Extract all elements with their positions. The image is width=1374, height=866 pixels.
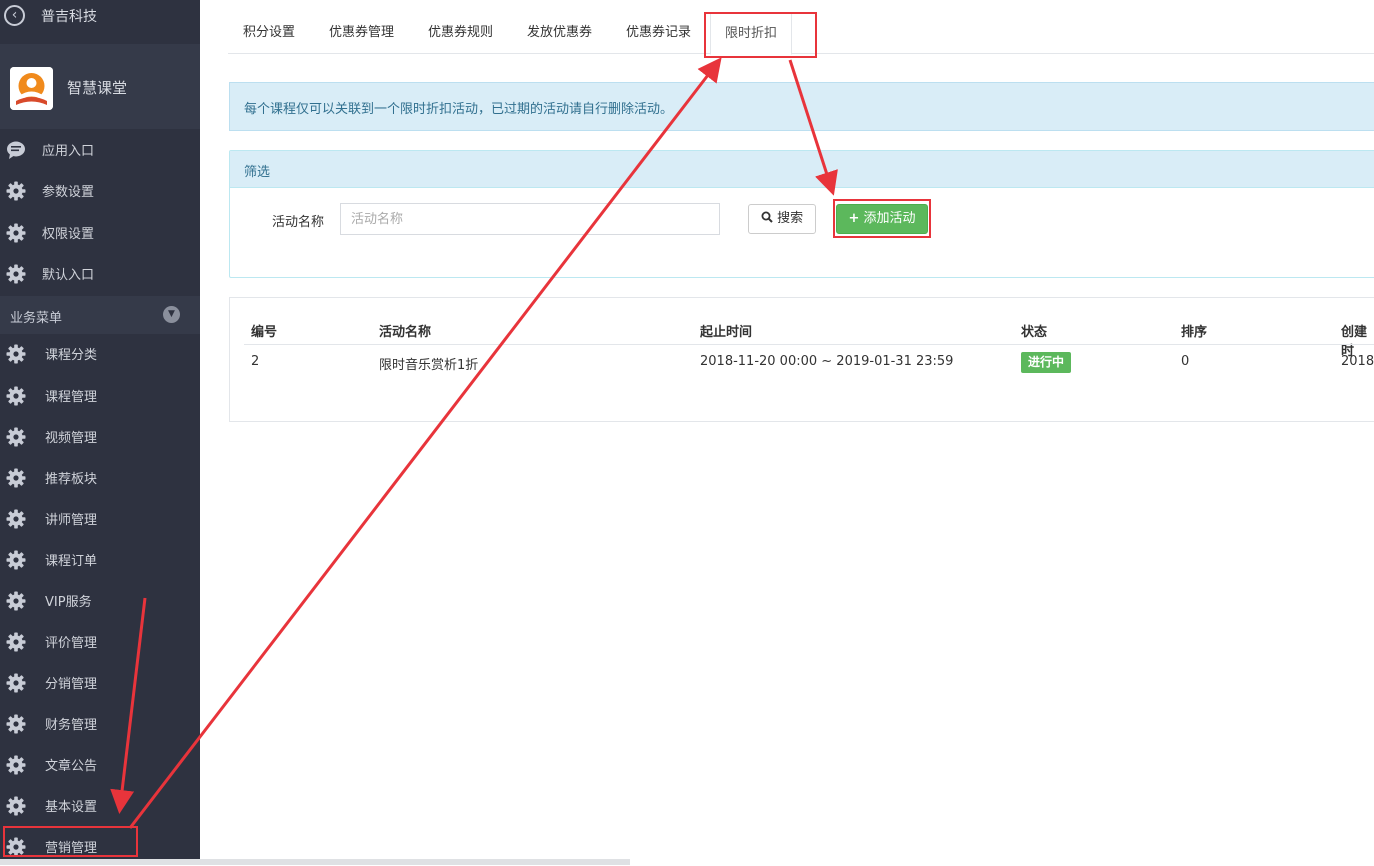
activity-name-input[interactable] <box>340 203 720 235</box>
search-button-label: 搜索 <box>777 211 804 226</box>
col-header-sort: 排序 <box>1181 325 1208 340</box>
highlight-box-add-button <box>833 199 931 238</box>
app-name: 智慧课堂 <box>67 79 128 97</box>
highlight-box-tab <box>704 12 817 58</box>
tab-issue-coupon[interactable]: 发放优惠券 <box>527 12 592 54</box>
activity-table: 编号 活动名称 起止时间 状态 排序 创建时 2 限时音乐赏析1折 2018-1… <box>229 297 1374 422</box>
sidebar-item-recommended[interactable]: 推荐板块 <box>0 457 200 497</box>
col-header-status: 状态 <box>1021 325 1048 340</box>
sidebar-item-label: 推荐板块 <box>45 472 98 487</box>
app-block: 智慧课堂 <box>0 44 200 129</box>
sidebar-item-finance[interactable]: 财务管理 <box>0 703 200 743</box>
sidebar-item-label: 视频管理 <box>45 431 98 446</box>
sidebar-header: ‹ 普吉科技 <box>0 0 200 30</box>
col-header-id: 编号 <box>251 325 278 340</box>
sidebar-item-label: 基本设置 <box>45 800 98 815</box>
gear-icon <box>6 509 26 529</box>
sidebar-item-vip[interactable]: VIP服务 <box>0 580 200 620</box>
section-label: 业务菜单 <box>10 311 63 326</box>
gear-icon <box>6 796 26 816</box>
sidebar-item-params[interactable]: 参数设置 <box>0 170 200 210</box>
tab-points-settings[interactable]: 积分设置 <box>243 12 295 54</box>
col-header-name: 活动名称 <box>379 325 432 340</box>
info-notice: 每个课程仅可以关联到一个限时折扣活动，已过期的活动请自行删除活动。 <box>229 82 1374 131</box>
sidebar: ‹ 普吉科技 智慧课堂 应用入口 参数设置 权限设置 默认入口 业务菜单 ▼ 课… <box>0 0 200 865</box>
sidebar-item-default-entry[interactable]: 默认入口 <box>0 253 200 293</box>
gear-icon <box>6 386 26 406</box>
back-icon[interactable]: ‹ <box>4 5 25 26</box>
sidebar-item-basic-settings[interactable]: 基本设置 <box>0 785 200 825</box>
highlight-box-marketing <box>3 826 138 857</box>
sidebar-item-label: 分销管理 <box>45 677 98 692</box>
chevron-down-icon[interactable]: ▼ <box>163 306 180 323</box>
sidebar-item-label: 课程分类 <box>45 348 98 363</box>
section-header-business[interactable]: 业务菜单 ▼ <box>0 296 200 334</box>
sidebar-item-app-entry[interactable]: 应用入口 <box>0 129 200 169</box>
search-icon <box>761 211 773 223</box>
cell-period: 2018-11-20 00:00 ~ 2019-01-31 23:59 <box>700 354 954 369</box>
gear-icon <box>6 632 26 652</box>
gear-icon <box>6 181 26 201</box>
tab-coupon-rules[interactable]: 优惠券规则 <box>428 12 493 54</box>
sidebar-item-label: 课程管理 <box>45 390 98 405</box>
sidebar-item-label: 默认入口 <box>42 268 95 283</box>
horizontal-scrollbar[interactable] <box>0 859 630 865</box>
sidebar-item-label: 应用入口 <box>42 144 95 159</box>
gear-icon <box>6 264 26 284</box>
comment-icon <box>6 140 26 160</box>
sidebar-item-distribution[interactable]: 分销管理 <box>0 662 200 702</box>
sidebar-item-label: VIP服务 <box>45 595 92 610</box>
sidebar-item-reviews[interactable]: 评价管理 <box>0 621 200 661</box>
activity-name-label: 活动名称 <box>272 215 325 230</box>
sidebar-item-articles[interactable]: 文章公告 <box>0 744 200 784</box>
sidebar-item-label: 参数设置 <box>42 185 95 200</box>
cell-created: 2018- <box>1341 354 1374 369</box>
sidebar-item-lecturers[interactable]: 讲师管理 <box>0 498 200 538</box>
sidebar-item-course-category[interactable]: 课程分类 <box>0 333 200 373</box>
gear-icon <box>6 673 26 693</box>
sidebar-item-course-management[interactable]: 课程管理 <box>0 375 200 415</box>
sidebar-item-video-management[interactable]: 视频管理 <box>0 416 200 456</box>
main-content: 积分设置 优惠券管理 优惠券规则 发放优惠券 优惠券记录 限时折扣 每个课程仅可… <box>200 0 1374 865</box>
col-header-period: 起止时间 <box>700 325 753 340</box>
app-logo <box>10 67 53 110</box>
sidebar-item-label: 评价管理 <box>45 636 98 651</box>
sidebar-item-label: 财务管理 <box>45 718 98 733</box>
gear-icon <box>6 344 26 364</box>
gear-icon <box>6 755 26 775</box>
sidebar-item-label: 讲师管理 <box>45 513 98 528</box>
sidebar-item-permissions[interactable]: 权限设置 <box>0 212 200 252</box>
filter-panel-title: 筛选 <box>230 151 1374 188</box>
cell-name: 限时音乐赏析1折 <box>379 358 479 373</box>
sidebar-item-label: 课程订单 <box>45 554 98 569</box>
gear-icon <box>6 223 26 243</box>
gear-icon <box>6 468 26 488</box>
sidebar-item-label: 文章公告 <box>45 759 98 774</box>
gear-icon <box>6 591 26 611</box>
status-badge: 进行中 <box>1021 352 1072 373</box>
tab-coupon-records[interactable]: 优惠券记录 <box>626 12 691 54</box>
cell-id: 2 <box>251 354 260 369</box>
sidebar-item-label: 权限设置 <box>42 227 95 242</box>
cell-sort: 0 <box>1181 354 1190 369</box>
sidebar-item-course-orders[interactable]: 课程订单 <box>0 539 200 579</box>
search-button[interactable]: 搜索 <box>748 204 816 234</box>
table-divider <box>244 344 1374 345</box>
tab-coupon-management[interactable]: 优惠券管理 <box>329 12 394 54</box>
org-name: 普吉科技 <box>41 9 97 25</box>
gear-icon <box>6 714 26 734</box>
filter-panel: 筛选 活动名称 搜索 + 添加活动 <box>229 150 1374 278</box>
gear-icon <box>6 427 26 447</box>
gear-icon <box>6 550 26 570</box>
